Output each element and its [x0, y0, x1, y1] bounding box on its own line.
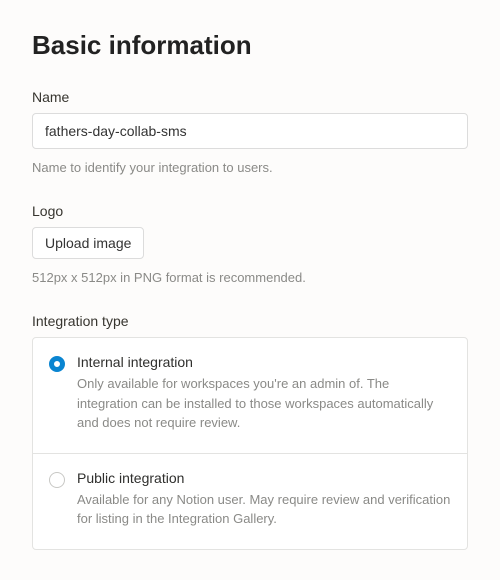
- logo-field: Logo Upload image 512px x 512px in PNG f…: [32, 203, 468, 287]
- page-title: Basic information: [32, 30, 468, 61]
- upload-image-button[interactable]: Upload image: [32, 227, 144, 259]
- integration-type-label: Integration type: [32, 313, 468, 329]
- radio-title: Public integration: [77, 470, 451, 486]
- name-label: Name: [32, 89, 468, 105]
- radio-text: Internal integration Only available for …: [77, 354, 451, 433]
- name-field: Name Name to identify your integration t…: [32, 89, 468, 177]
- radio-option-internal[interactable]: Internal integration Only available for …: [33, 338, 467, 453]
- name-input[interactable]: [32, 113, 468, 149]
- radio-option-public[interactable]: Public integration Available for any Not…: [33, 453, 467, 549]
- logo-label: Logo: [32, 203, 468, 219]
- integration-type-field: Integration type Internal integration On…: [32, 313, 468, 550]
- radio-desc: Available for any Notion user. May requi…: [77, 490, 451, 529]
- name-helper: Name to identify your integration to use…: [32, 159, 468, 177]
- radio-icon: [49, 472, 65, 488]
- logo-helper: 512px x 512px in PNG format is recommend…: [32, 269, 468, 287]
- integration-type-radio-group: Internal integration Only available for …: [32, 337, 468, 550]
- radio-title: Internal integration: [77, 354, 451, 370]
- radio-text: Public integration Available for any Not…: [77, 470, 451, 529]
- radio-icon: [49, 356, 65, 372]
- radio-desc: Only available for workspaces you're an …: [77, 374, 451, 433]
